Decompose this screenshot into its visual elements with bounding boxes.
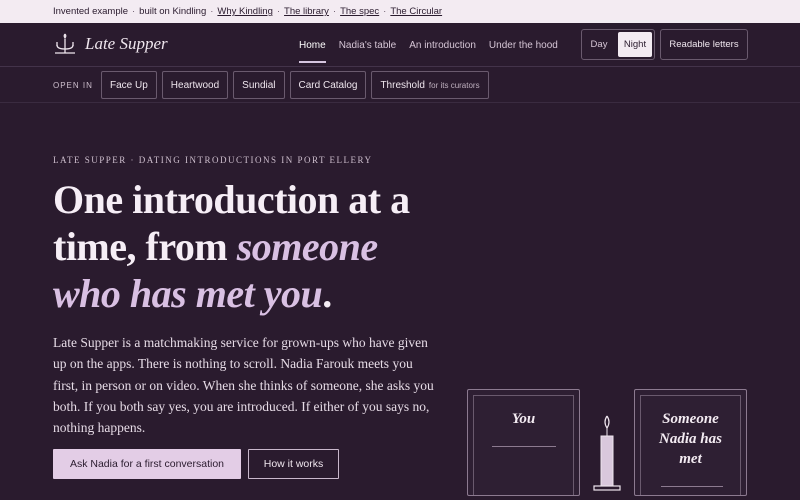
theme-day-button[interactable]: Day xyxy=(582,30,616,59)
chip-threshold[interactable]: Threshold for its curators xyxy=(371,71,489,99)
link-the-circular[interactable]: The Circular xyxy=(390,6,442,17)
chip-threshold-note: for its curators xyxy=(428,80,480,90)
how-it-works-button[interactable]: How it works xyxy=(248,449,339,479)
link-why-kindling[interactable]: Why Kindling xyxy=(217,6,272,17)
site-header: Late Supper Home Nadia's table An introd… xyxy=(0,23,800,67)
main-nav: Home Nadia's table An introduction Under… xyxy=(293,23,565,67)
nav-home[interactable]: Home xyxy=(293,23,332,67)
card-you-title: You xyxy=(511,411,536,427)
built-note: built on Kindling xyxy=(139,6,207,17)
link-the-spec[interactable]: The spec xyxy=(340,6,379,17)
candle-icon xyxy=(593,415,621,491)
hero-headline: One introduction at a time, from someone… xyxy=(53,177,410,316)
open-in-label: OPEN IN xyxy=(53,81,93,90)
theme-night-button[interactable]: Night xyxy=(618,32,652,57)
brand-name: Late Supper xyxy=(85,34,168,53)
card-you: You xyxy=(467,389,580,496)
chip-face-up[interactable]: Face Up xyxy=(101,71,157,99)
nav-nadias-table[interactable]: Nadia's table xyxy=(333,23,403,67)
brand-logo[interactable]: Late Supper xyxy=(53,33,168,55)
chip-sundial[interactable]: Sundial xyxy=(233,71,285,99)
open-in-bar: OPEN IN Face Up Heartwood Sundial Card C… xyxy=(0,68,800,103)
candelabra-icon xyxy=(55,33,75,54)
link-the-library[interactable]: The library xyxy=(284,6,329,17)
chip-heartwood[interactable]: Heartwood xyxy=(161,71,229,99)
hero-lede: Late Supper is a matchmaking service for… xyxy=(53,335,434,436)
theme-toggle: Day Night xyxy=(581,29,655,60)
invented-note: Invented example xyxy=(53,6,128,17)
card-someone: Someone Nadia has met xyxy=(634,389,747,496)
ask-nadia-button[interactable]: Ask Nadia for a first conversation xyxy=(53,449,241,479)
chip-card-catalog[interactable]: Card Catalog xyxy=(289,71,367,99)
card-someone-title: Someone Nadia has met xyxy=(659,411,722,467)
nav-under-the-hood[interactable]: Under the hood xyxy=(483,23,564,67)
open-in-chips: Face Up Heartwood Sundial Card Catalog T… xyxy=(101,71,494,99)
hero-eyebrow: LATE SUPPER · DATING INTRODUCTIONS IN PO… xyxy=(53,155,373,165)
readable-letters-button[interactable]: Readable letters xyxy=(660,29,748,60)
nav-an-introduction[interactable]: An introduction xyxy=(403,23,482,67)
top-strip: Invented example · built on Kindling · W… xyxy=(0,0,800,23)
